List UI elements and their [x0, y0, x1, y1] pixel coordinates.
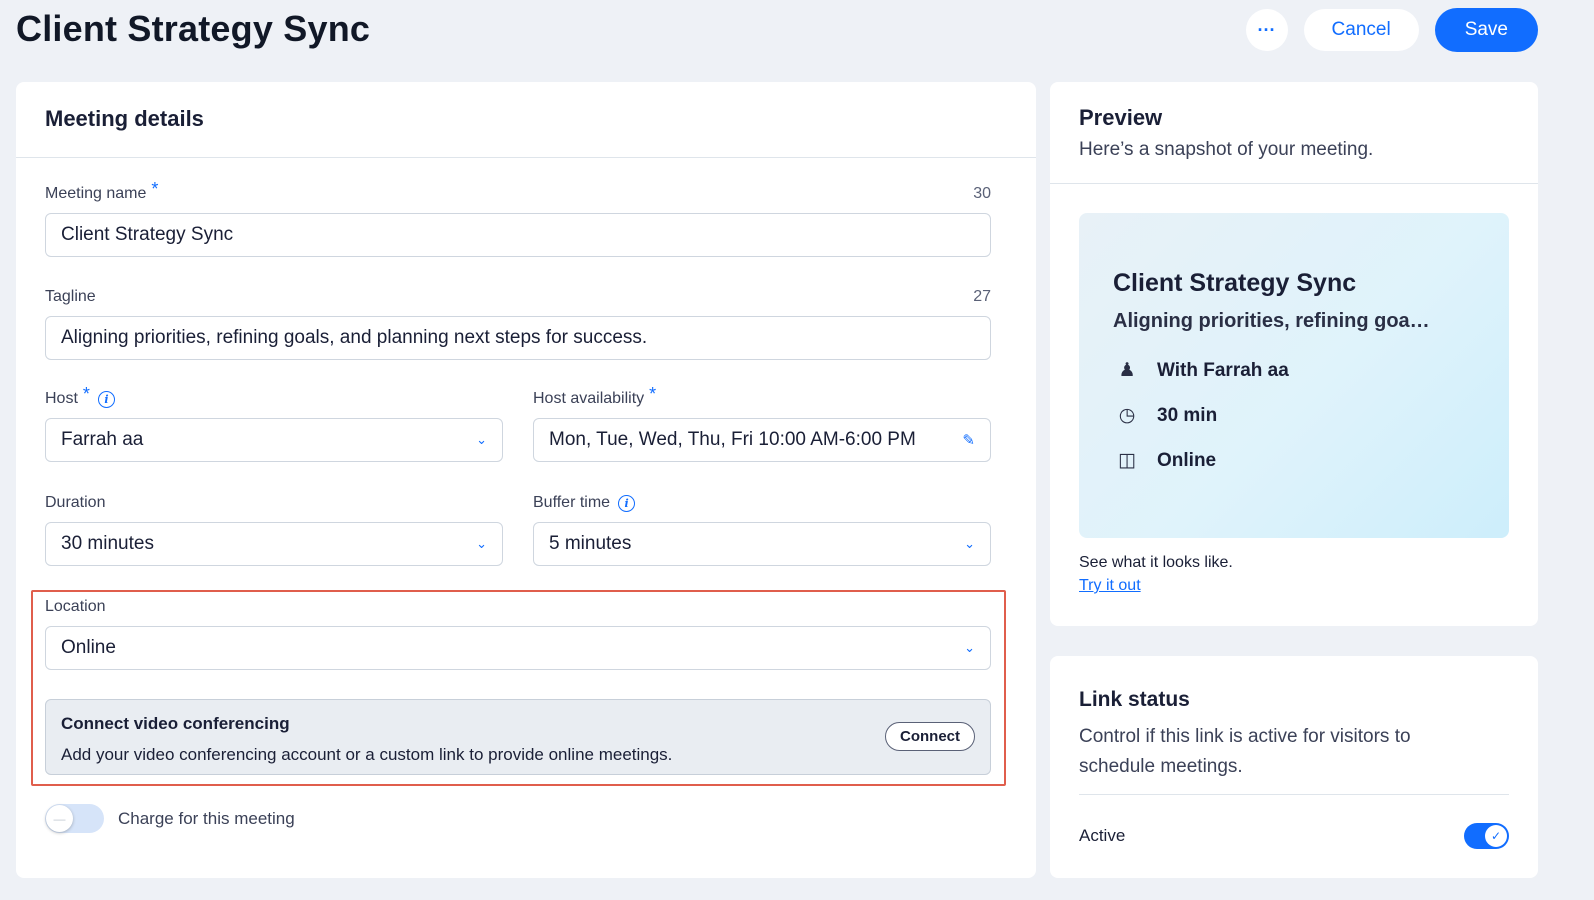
meeting-details-heading: Meeting details: [45, 106, 204, 131]
pencil-icon[interactable]: ✎: [962, 431, 975, 449]
chevron-down-icon: ⌄: [476, 536, 487, 551]
duration-select[interactable]: 30 minutes ⌄: [45, 522, 503, 566]
preview-meeting-card: Client Strategy Sync Aligning priorities…: [1079, 213, 1509, 538]
buffer-time-field: Buffer time i 5 minutes ⌄: [533, 493, 991, 566]
preview-meeting-tagline: Aligning priorities, refining goa…: [1113, 310, 1430, 332]
meeting-name-value: Client Strategy Sync: [61, 224, 234, 245]
info-icon[interactable]: i: [97, 390, 115, 408]
tagline-counter: 27: [973, 288, 991, 305]
connect-button[interactable]: Connect: [885, 722, 975, 751]
tagline-field: Tagline 27 Aligning priorities, refining…: [45, 287, 991, 360]
preview-host-row: ♟ With Farrah aa: [1113, 359, 1475, 382]
meeting-name-label: Meeting name: [45, 185, 147, 202]
required-marker: *: [649, 383, 657, 404]
chevron-down-icon: ⌄: [964, 640, 975, 655]
meeting-name-input[interactable]: Client Strategy Sync: [45, 213, 991, 257]
charge-toggle[interactable]: —: [45, 804, 104, 833]
host-availability-field: Host availability * Mon, Tue, Wed, Thu, F…: [533, 384, 991, 462]
host-availability-label: Host availability: [533, 390, 645, 407]
checkmark-icon: ✓: [1485, 825, 1507, 847]
location-label: Location: [45, 598, 106, 615]
link-status-heading: Link status: [1079, 688, 1190, 711]
preview-host: With Farrah aa: [1157, 359, 1289, 381]
charge-label: Charge for this meeting: [118, 808, 295, 828]
see-what-it-looks-like: See what it looks like.: [1079, 554, 1233, 571]
active-label: Active: [1079, 826, 1126, 845]
buffer-time-label: Buffer time: [533, 494, 611, 511]
chevron-down-icon: ⌄: [964, 536, 975, 551]
info-icon[interactable]: i: [618, 494, 636, 512]
person-icon: ♟: [1118, 360, 1136, 381]
preview-subtitle: Here’s a snapshot of your meeting.: [1079, 139, 1374, 160]
location-field: Location Online ⌄: [45, 597, 991, 670]
video-conferencing-description: Add your video conferencing account or a…: [61, 745, 673, 764]
meeting-details-card: Meeting details Meeting name * 30 Client …: [16, 82, 1036, 878]
try-it-out-link[interactable]: Try it out: [1079, 577, 1141, 595]
preview-meeting-title: Client Strategy Sync: [1113, 269, 1357, 297]
cancel-button[interactable]: Cancel: [1303, 9, 1419, 51]
save-button[interactable]: Save: [1434, 8, 1538, 52]
duration-label: Duration: [45, 494, 106, 511]
host-availability-input[interactable]: Mon, Tue, Wed, Thu, Fri 10:00 AM-6:00 PM…: [533, 418, 991, 462]
required-marker: *: [151, 178, 159, 199]
preview-card: Preview Here’s a snapshot of your meetin…: [1050, 82, 1538, 626]
buffer-time-select[interactable]: 5 minutes ⌄: [533, 522, 991, 566]
preview-duration: 30 min: [1157, 404, 1218, 426]
video-conferencing-box: Connect video conferencing Add your vide…: [45, 699, 991, 775]
tagline-value: Aligning priorities, refining goals, and…: [61, 327, 648, 348]
host-select[interactable]: Farrah aa ⌄: [45, 418, 503, 462]
host-label: Host: [45, 390, 78, 407]
charge-row: — Charge for this meeting: [45, 804, 295, 833]
preview-duration-row: ◷ 30 min: [1113, 404, 1475, 427]
link-status-description: Control if this link is active for visit…: [1079, 726, 1411, 777]
location-select[interactable]: Online ⌄: [45, 626, 991, 670]
preview-header: Preview Here’s a snapshot of your meetin…: [1050, 82, 1538, 184]
location-value: Online: [61, 637, 116, 658]
tagline-label: Tagline: [45, 288, 96, 305]
duration-value: 30 minutes: [61, 533, 154, 554]
minus-icon: —: [46, 805, 73, 832]
active-toggle[interactable]: ✓: [1464, 823, 1509, 849]
preview-location-row: ◫ Online: [1113, 449, 1475, 472]
header-actions: ··· Cancel Save: [1245, 8, 1538, 52]
required-marker: *: [82, 383, 90, 404]
host-availability-value: Mon, Tue, Wed, Thu, Fri 10:00 AM-6:00 PM: [549, 429, 916, 450]
more-actions-button[interactable]: ···: [1245, 9, 1288, 51]
meeting-details-header: Meeting details: [16, 82, 1036, 158]
preview-location: Online: [1157, 449, 1217, 471]
clock-icon: ◷: [1118, 405, 1136, 426]
preview-heading: Preview: [1079, 105, 1163, 130]
duration-field: Duration 30 minutes ⌄: [45, 493, 503, 566]
host-field: Host * i Farrah aa ⌄: [45, 384, 503, 462]
chevron-down-icon: ⌄: [476, 432, 487, 447]
tagline-input[interactable]: Aligning priorities, refining goals, and…: [45, 316, 991, 360]
host-value: Farrah aa: [61, 429, 144, 450]
page-title: Client Strategy Sync: [16, 8, 371, 49]
meeting-name-field: Meeting name * 30 Client Strategy Sync: [45, 179, 991, 257]
link-status-card: Link status Control if this link is acti…: [1050, 656, 1538, 878]
video-conferencing-title: Connect video conferencing: [61, 714, 290, 733]
buffer-time-value: 5 minutes: [549, 533, 632, 554]
divider: [1079, 794, 1509, 795]
video-camera-icon: ◫: [1118, 450, 1136, 471]
meeting-name-counter: 30: [973, 185, 991, 202]
